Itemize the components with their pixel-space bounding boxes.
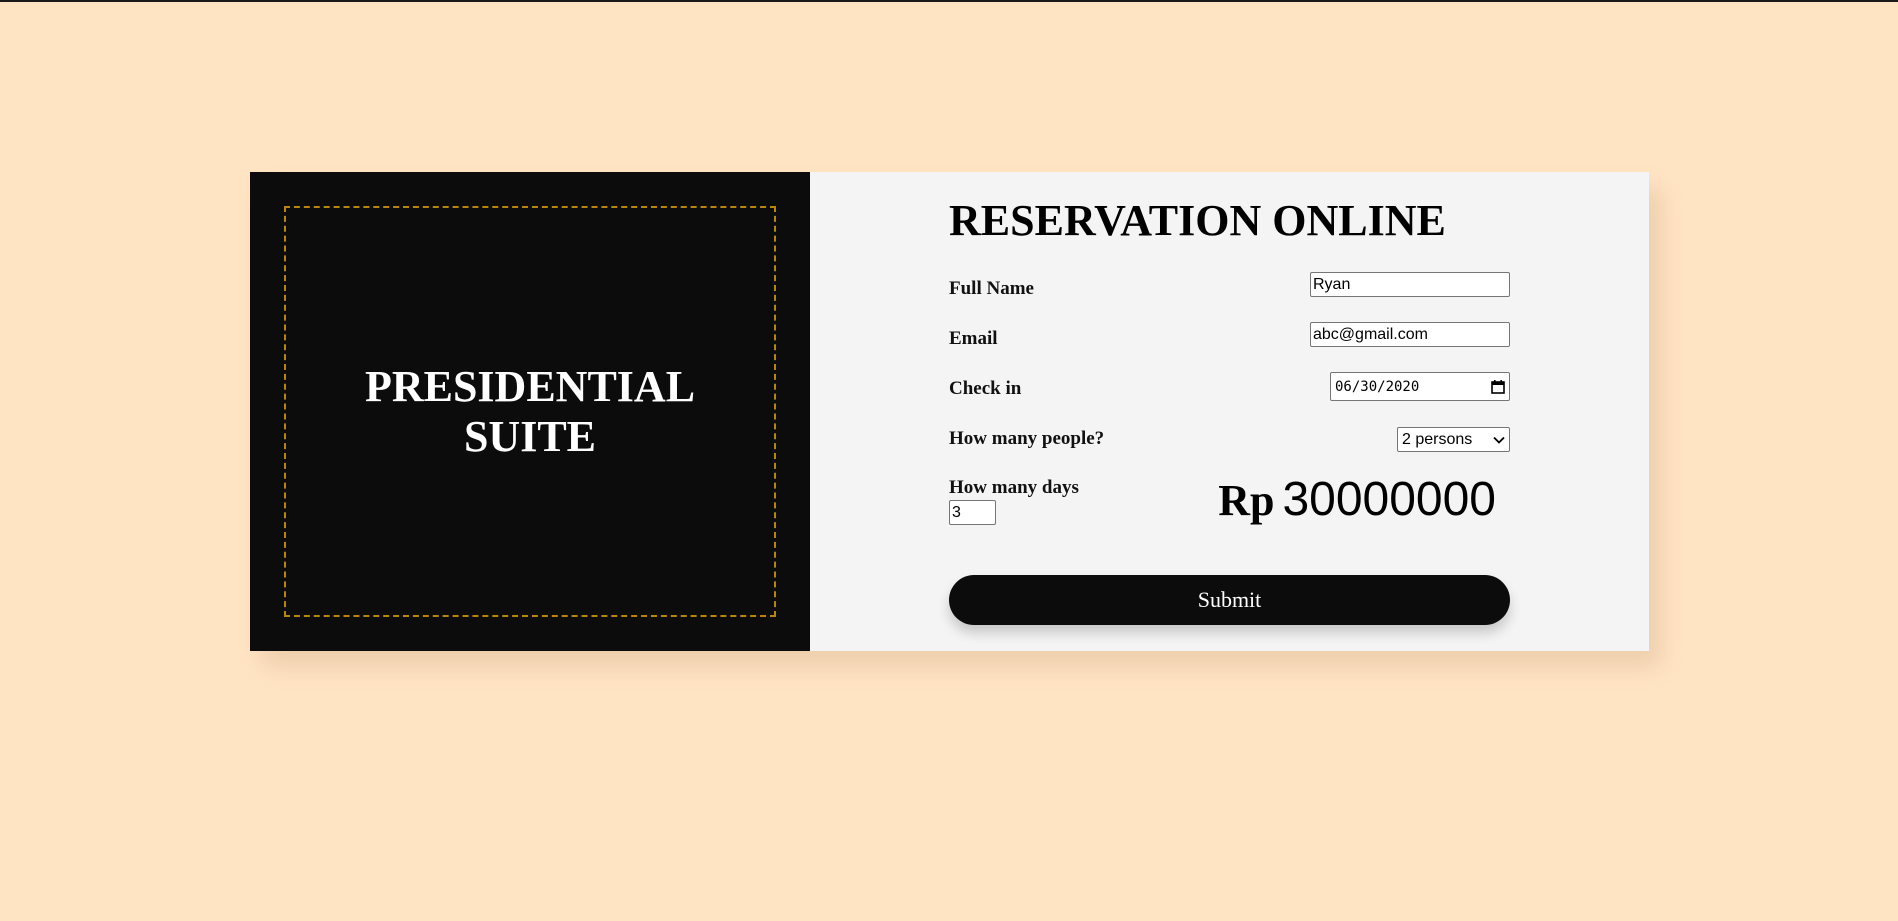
- email-label: Email: [949, 328, 998, 349]
- people-select[interactable]: 2 persons: [1397, 427, 1510, 452]
- days-number-input[interactable]: 3: [949, 500, 996, 525]
- check-in-date-field[interactable]: 06/30/2020: [1330, 372, 1510, 401]
- people-select-value: 2 persons: [1402, 430, 1473, 448]
- full-name-label: Full Name: [949, 278, 1034, 299]
- suite-panel: PRESIDENTIAL SUITE: [250, 172, 810, 651]
- suite-frame: PRESIDENTIAL SUITE: [284, 206, 776, 617]
- calendar-icon[interactable]: [1491, 379, 1505, 394]
- suite-title: PRESIDENTIAL SUITE: [364, 361, 696, 461]
- email-field[interactable]: [1310, 322, 1510, 347]
- top-border-line: [0, 0, 1898, 2]
- price-amount: 30000000: [1282, 473, 1496, 526]
- form-title: RESERVATION ONLINE: [949, 196, 1446, 245]
- submit-button[interactable]: Submit: [949, 575, 1510, 625]
- check-in-label: Check in: [949, 378, 1022, 399]
- days-label: How many days: [949, 477, 1079, 498]
- total-price: Rp 30000000: [1218, 472, 1496, 527]
- chevron-down-icon: [1493, 431, 1505, 449]
- reservation-card: PRESIDENTIAL SUITE RESERVATION ONLINE Fu…: [250, 172, 1649, 651]
- full-name-field[interactable]: [1310, 272, 1510, 297]
- people-label: How many people?: [949, 428, 1105, 449]
- reservation-panel: RESERVATION ONLINE Full Name Email Check…: [810, 172, 1649, 651]
- price-currency: Rp: [1218, 476, 1275, 525]
- check-in-date-value: 06/30/2020: [1335, 378, 1420, 395]
